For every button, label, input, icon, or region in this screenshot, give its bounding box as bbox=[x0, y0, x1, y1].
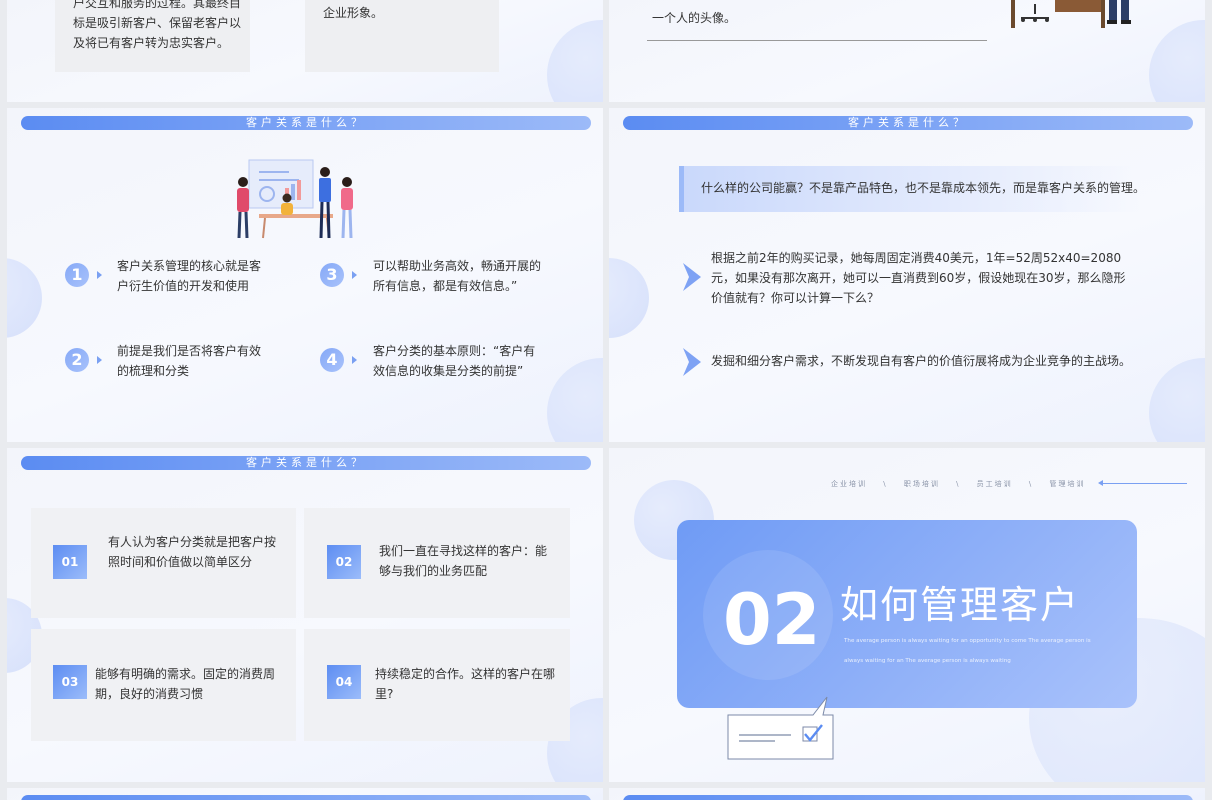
slide-bot-right[interactable]: 企业培训 \ 职场培训 \ 员工培训 \ 管理培训 02 如何管理客户 The … bbox=[609, 448, 1205, 782]
slide-partial-right[interactable] bbox=[609, 788, 1205, 800]
nav-item[interactable]: 职场培训 bbox=[904, 480, 940, 488]
top-nav: 企业培训 \ 职场培训 \ 员工培训 \ 管理培训 bbox=[831, 479, 1085, 489]
slide-banner bbox=[623, 795, 1193, 800]
chevron-right-icon bbox=[352, 356, 357, 364]
number-badge: 04 bbox=[327, 665, 361, 699]
caption-text: 一个人的头像。 bbox=[652, 11, 737, 25]
section-title: 如何管理客户 bbox=[840, 583, 1081, 627]
card-text: 持续稳定的合作。这样的客户在哪里? bbox=[375, 667, 556, 701]
card-text: 能够有明确的需求。固定的消费周期，良好的消费习惯 bbox=[95, 667, 276, 701]
slide-partial-left[interactable] bbox=[7, 788, 603, 800]
subtitle-line: always waiting for an The average person… bbox=[844, 658, 1011, 664]
number-badge: 03 bbox=[53, 665, 87, 699]
content-card: 企业形象。 bbox=[305, 0, 499, 72]
chat-bubble-check-icon bbox=[727, 696, 834, 760]
point-text: 客户关系管理的核心就是客户衍生价值的开发和使用 bbox=[117, 259, 262, 293]
chevron-right-icon bbox=[97, 271, 102, 279]
nav-arrow-line bbox=[1101, 483, 1187, 484]
point-text: 发掘和细分客户需求，不断发现自有客户的价值衍展将成为企业竞争的主战场。 bbox=[711, 354, 1132, 368]
chevron-right-icon bbox=[97, 356, 102, 364]
number-badge: 3 bbox=[320, 263, 344, 287]
point-text: 前提是我们是否将客户有效的梳理和分类 bbox=[117, 344, 262, 378]
card-text: 我们一直在寻找这样的客户：能够与我们的业务匹配 bbox=[379, 544, 548, 578]
point-text: 根据之前2年的购买记录，她每周固定消费40美元，1年=52周52x40=2080… bbox=[711, 251, 1126, 305]
slide-top-left[interactable]: 户交互和服务的过程。其最终目标是吸引新客户、保留老客户以及将已有客户转为忠实客户… bbox=[7, 0, 603, 102]
highlight-accent bbox=[679, 166, 684, 212]
nav-separator: \ bbox=[883, 480, 888, 488]
section-number: 02 bbox=[723, 579, 821, 661]
point-text: 客户分类的基本原则：“客户有效信息的收集是分类的前提” bbox=[373, 344, 536, 378]
number-badge: 02 bbox=[327, 545, 361, 579]
number-badge: 2 bbox=[65, 348, 89, 372]
decor-circle bbox=[7, 258, 42, 338]
team-meeting-illustration bbox=[237, 159, 353, 239]
number-badge: 01 bbox=[53, 545, 87, 579]
number-badge: 1 bbox=[65, 263, 89, 287]
decor-circle bbox=[547, 358, 603, 442]
slide-banner: 客户关系是什么？ bbox=[21, 116, 591, 130]
nav-item[interactable]: 管理培训 bbox=[1049, 480, 1085, 488]
slide-banner: 客户关系是什么？ bbox=[21, 456, 591, 470]
section-subtitle: The average person is always waiting for… bbox=[844, 631, 1124, 671]
nav-arrow-head bbox=[1098, 480, 1103, 486]
office-illustration bbox=[1011, 0, 1131, 28]
chevron-right-icon bbox=[352, 271, 357, 279]
card-text: 企业形象。 bbox=[323, 6, 384, 20]
point-text: 可以帮助业务高效，畅通开展的所有信息，都是有效信息。” bbox=[373, 259, 542, 293]
slide-bot-left[interactable]: 客户关系是什么？ 01 有人认为客户分类就是把客户按照时间和价值做以简单区分 0… bbox=[7, 448, 603, 782]
title-panel: 02 如何管理客户 The average person is always w… bbox=[677, 520, 1137, 708]
slide-grid: 户交互和服务的过程。其最终目标是吸引新客户、保留老客户以及将已有客户转为忠实客户… bbox=[0, 0, 1212, 800]
highlight-text: 什么样的公司能赢？不是靠产品特色，也不是靠成本领先，而是靠客户关系的管理。 bbox=[701, 181, 1146, 195]
nav-item[interactable]: 员工培训 bbox=[977, 480, 1013, 488]
nav-separator: \ bbox=[1028, 480, 1034, 488]
decor-circle bbox=[609, 258, 649, 338]
nav-separator: \ bbox=[956, 480, 961, 488]
subtitle-line: The average person is always waiting for… bbox=[844, 638, 1091, 644]
decor-circle bbox=[1149, 358, 1205, 442]
card-text: 有人认为客户分类就是把客户按照时间和价值做以简单区分 bbox=[108, 535, 277, 569]
decor-circle bbox=[1149, 20, 1205, 102]
slide-banner: 客户关系是什么？ bbox=[623, 116, 1193, 130]
chevron-right-icon bbox=[683, 348, 701, 376]
content-card: 户交互和服务的过程。其最终目标是吸引新客户、保留老客户以及将已有客户转为忠实客户… bbox=[55, 0, 250, 72]
number-badge: 4 bbox=[320, 348, 344, 372]
slide-mid-right[interactable]: 客户关系是什么？ 什么样的公司能赢？不是靠产品特色，也不是靠成本领先，而是靠客户… bbox=[609, 108, 1205, 442]
nav-item[interactable]: 企业培训 bbox=[831, 480, 867, 488]
card-text: 户交互和服务的过程。其最终目标是吸引新客户、保留老客户以及将已有客户转为忠实客户… bbox=[73, 0, 242, 50]
slide-banner bbox=[21, 795, 591, 800]
divider-line bbox=[647, 40, 987, 41]
slide-mid-left[interactable]: 客户关系是什么？ 1 客户关系管理的核心就是客户衍生价值的开发和使用 2 前提是… bbox=[7, 108, 603, 442]
slide-top-right[interactable]: 一个人的头像。 bbox=[609, 0, 1205, 102]
chevron-right-icon bbox=[683, 263, 701, 291]
decor-circle bbox=[547, 20, 603, 102]
